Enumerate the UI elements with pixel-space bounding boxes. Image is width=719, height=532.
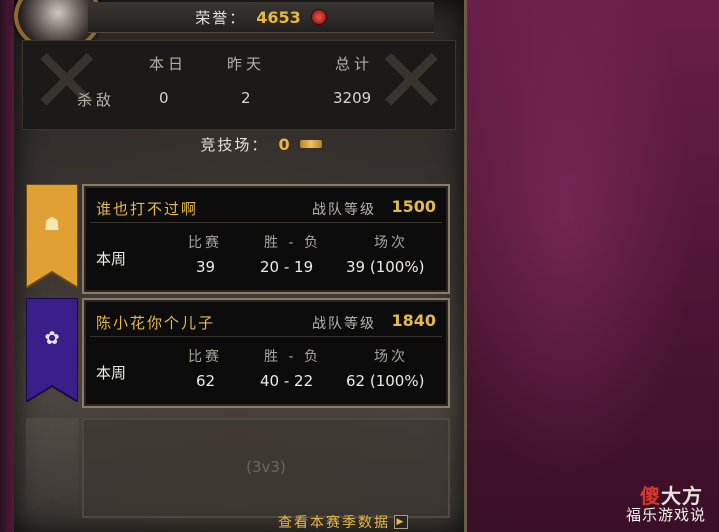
arena-bar: 竞技场： 0 [88,130,434,158]
team-name: 陈小花你个儿子 [96,314,216,332]
team-rating-value: 1840 [391,311,436,330]
team-header: 陈小花你个儿子 战队等级 1840 [90,306,442,337]
stat-header-yesterday: 昨天 [227,55,266,73]
stat-header-total: 总计 [335,55,374,73]
team-header: 谁也打不过啊 战队等级 1500 [90,192,442,223]
empty-team-slot-3v3[interactable]: (3v3) [82,418,450,518]
team-games-value: 62 [196,372,216,390]
kill-stats-panel: ✕ ✕ 本日 昨天 总计 杀敌 0 2 3209 [22,29,456,134]
view-season-stats-link[interactable]: 查看本赛季数据 ▶ [278,512,408,532]
header-games: 比赛 [188,235,222,251]
header-games: 比赛 [188,349,222,365]
header-played: 场次 [374,235,408,251]
arrow-right-icon: ▶ [394,515,408,529]
team-win-loss-value: 40 - 22 [260,372,314,390]
team-played-value: 62 (100%) [346,372,425,390]
header-played: 场次 [374,349,408,365]
svg-text:✿: ✿ [44,328,59,349]
background-right [464,0,719,532]
team-rating-label: 战队等级 [312,202,376,218]
team-banner-1[interactable]: ☗ [26,184,78,288]
svg-text:☗: ☗ [44,214,60,235]
arena-label: 竞技场： [200,135,269,154]
honor-icon [310,9,327,25]
watermark: 傻大方 福乐游戏说 [604,480,714,526]
empty-slot-label: (3v3) [246,458,286,476]
header-win-loss: 胜 - 负 [264,349,321,365]
honor-label: 荣誉： [195,8,247,27]
team-games-value: 39 [196,258,216,276]
team-win-loss-value: 20 - 19 [260,258,314,276]
season-link-label: 查看本赛季数据 [278,515,390,531]
stat-row-label: 杀敌 [77,91,116,109]
stat-kills-total: 3209 [333,89,372,107]
header-win-loss: 胜 - 负 [264,235,321,251]
stat-header-today: 本日 [149,55,188,73]
team-name: 谁也打不过啊 [96,200,199,218]
week-label: 本周 [96,364,127,382]
team-rating-value: 1500 [391,197,436,216]
watermark-site-text: 福乐游戏说 [626,506,707,524]
stat-kills-today: 0 [159,89,169,107]
x-decoration-left: ✕ [29,29,105,134]
honor-value: 4653 [256,7,301,27]
arena-points-icon [299,140,322,148]
team-banner-2[interactable]: ✿ [26,298,78,402]
team-rating-label: 战队等级 [312,316,376,332]
team-card-2[interactable]: 陈小花你个儿子 战队等级 1840 比赛 胜 - 负 场次 本周 62 40 -… [82,298,450,408]
x-decoration-right: ✕ [373,29,449,134]
team-card-1[interactable]: 谁也打不过啊 战队等级 1500 比赛 胜 - 负 场次 本周 39 20 - … [82,184,450,294]
team-played-value: 39 (100%) [346,258,425,276]
week-label: 本周 [96,250,127,268]
stat-kills-yesterday: 2 [241,89,251,107]
arena-points-value: 0 [278,134,290,154]
